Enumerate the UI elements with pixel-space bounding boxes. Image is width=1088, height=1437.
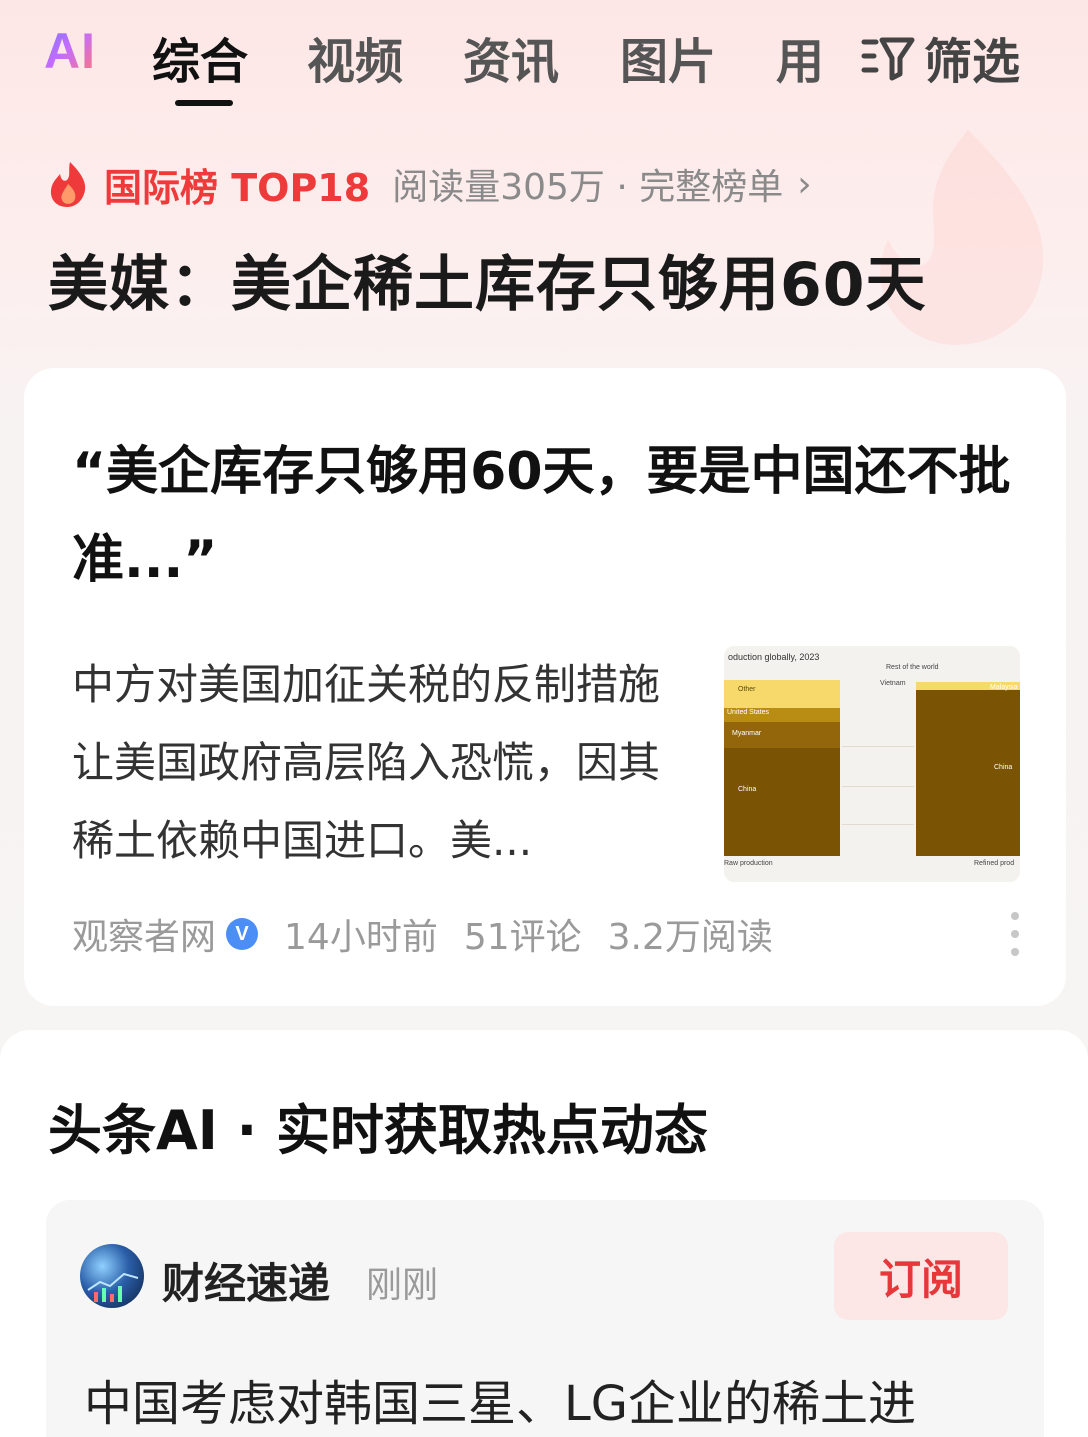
- article-meta: 观察者网 V 14小时前 51评论 3.2万阅读: [72, 908, 773, 960]
- thumbnail-label-malaysia: Malaysia: [990, 684, 1018, 691]
- filter-icon: [861, 37, 915, 81]
- fire-icon: [50, 162, 86, 207]
- gridline: [842, 824, 914, 825]
- thumbnail-label-other: Other: [738, 686, 756, 693]
- ranking-meta: 阅读量305万 · 完整榜单: [392, 167, 784, 208]
- thumbnail-label-china-raw: China: [738, 786, 757, 793]
- ai-section-title: 头条AI · 实时获取热点动态: [48, 1099, 708, 1162]
- ai-logo[interactable]: AI: [44, 22, 96, 80]
- thumbnail-label-rest: Rest of the world: [886, 664, 939, 671]
- source-name[interactable]: 财经速递: [162, 1250, 330, 1311]
- publish-time: 14小时前: [284, 917, 438, 958]
- bar-segment-other: [724, 680, 840, 708]
- ranking-row[interactable]: 国际榜 TOP18 阅读量305万 · 完整榜单 ›: [48, 158, 812, 210]
- trending-headline[interactable]: 美媒：美企稀土库存只够用60天: [48, 236, 927, 323]
- filter-label: 筛选: [924, 34, 1021, 90]
- comment-count: 51评论: [463, 917, 582, 958]
- top-tab-bar: AI 综合 视频 资讯 图片 用 筛选: [0, 0, 1088, 120]
- chevron-right-icon: ›: [797, 163, 812, 205]
- ranking-badge: 国际榜 TOP18: [104, 165, 371, 210]
- source-name[interactable]: 观察者网: [72, 908, 216, 960]
- thumbnail-xlabel-refined: Refined prod: [974, 860, 1015, 867]
- bar-segment-china-raw: [724, 748, 840, 856]
- ai-news-item[interactable]: 财经速递 刚刚 订阅 中国考虑对韩国三星、LG企业的稀土进: [46, 1200, 1044, 1437]
- article-thumbnail[interactable]: oduction globally, 2023 Rest of the worl…: [724, 646, 1020, 882]
- read-count: 3.2万阅读: [607, 917, 773, 958]
- tab-video[interactable]: 视频: [307, 22, 403, 92]
- avatar[interactable]: [80, 1244, 144, 1308]
- bar-segment-china-refined: [916, 690, 1020, 856]
- active-tab-indicator: [175, 100, 233, 106]
- thumbnail-title: oduction globally, 2023: [728, 652, 820, 662]
- publish-time: 刚刚: [366, 1265, 439, 1306]
- avatar-image-icon: [87, 1272, 139, 1302]
- thumbnail-xlabel-raw: Raw production: [724, 860, 773, 867]
- thumbnail-label-myanmar: Myanmar: [732, 730, 762, 737]
- thumbnail-label-vietnam: Vietnam: [880, 680, 906, 687]
- ai-hot-topics-card: 头条AI · 实时获取热点动态 财经速递 刚刚 订阅 中国考虑对韩国三星、LG企…: [0, 1030, 1088, 1437]
- thumbnail-label-us: United States: [727, 709, 770, 716]
- gridline: [842, 786, 914, 787]
- verified-icon: V: [226, 918, 259, 950]
- filter-button[interactable]: 筛选: [860, 22, 1020, 92]
- news-snippet[interactable]: 中国考虑对韩国三星、LG企业的稀土进: [84, 1364, 916, 1434]
- more-options-icon[interactable]: [1010, 912, 1020, 956]
- news-card[interactable]: “美企库存只够用60天，要是中国还不批准...” 中方对美国加征关税的反制措施让…: [24, 368, 1066, 1006]
- tab-news[interactable]: 资讯: [463, 22, 559, 92]
- subscribe-button[interactable]: 订阅: [834, 1232, 1008, 1320]
- gridline: [842, 746, 914, 747]
- tab-comprehensive[interactable]: 综合: [152, 22, 248, 92]
- article-title[interactable]: “美企库存只够用60天，要是中国还不批准...”: [72, 428, 1022, 604]
- tab-images[interactable]: 图片: [620, 22, 716, 92]
- tab-users[interactable]: 用: [776, 22, 824, 92]
- article-summary[interactable]: 中方对美国加征关税的反制措施让美国政府高层陷入恐慌，因其稀土依赖中国进口。美..…: [72, 646, 682, 880]
- thumbnail-label-china-refined: China: [994, 764, 1013, 771]
